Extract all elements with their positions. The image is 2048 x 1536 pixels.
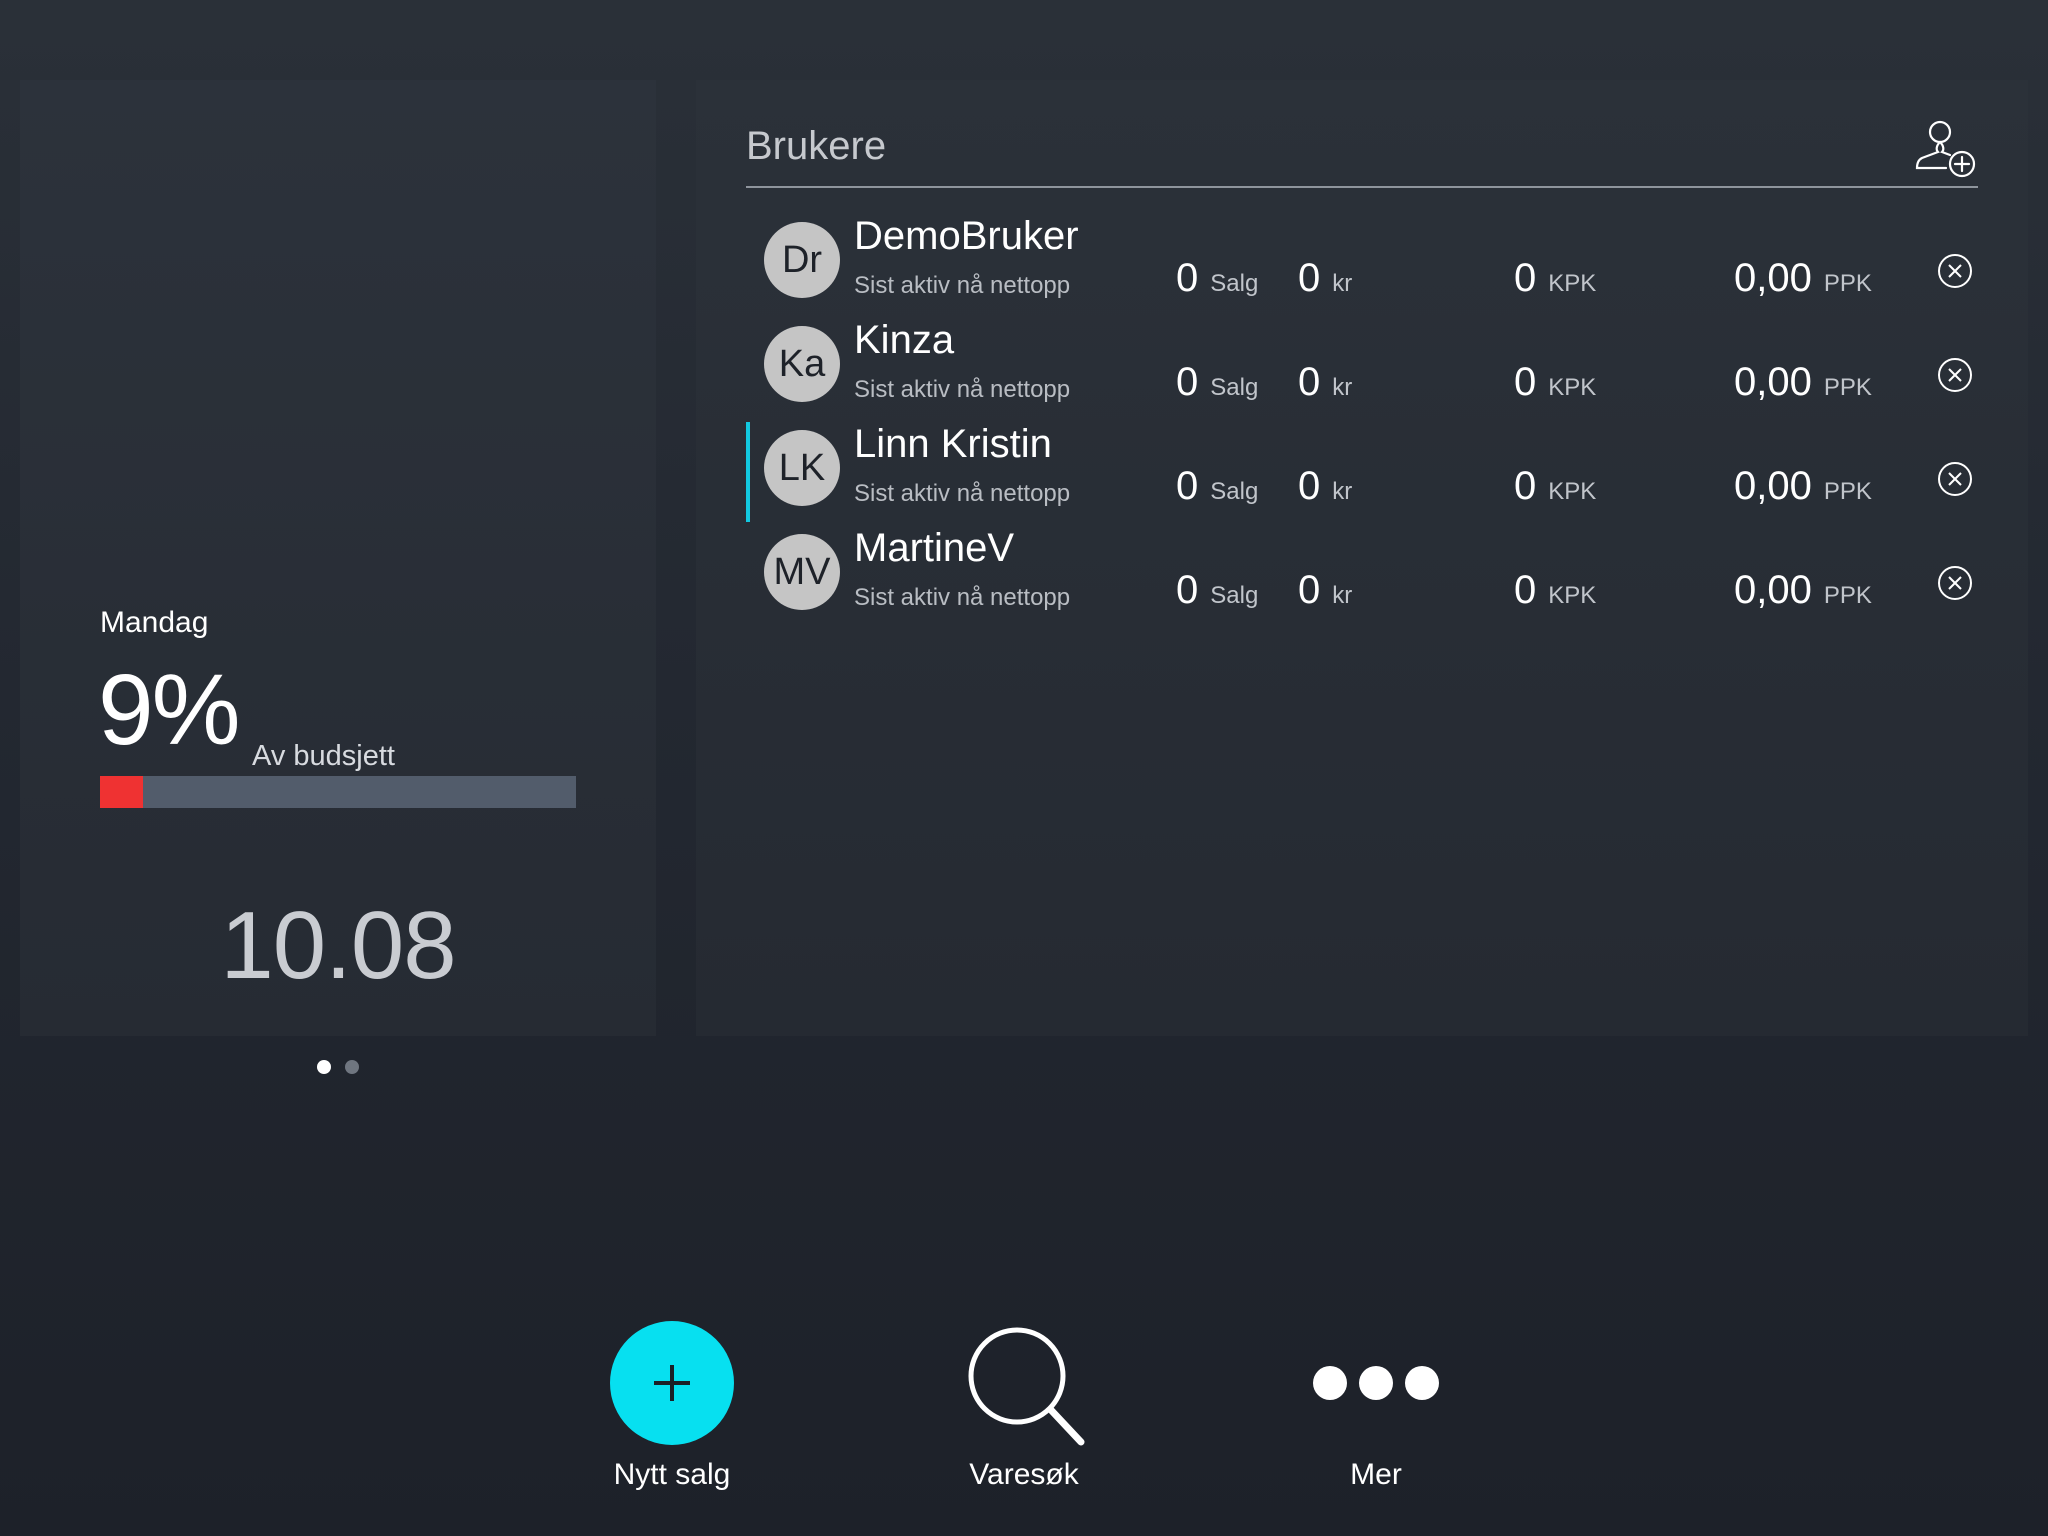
budget-subtitle: Av budsjett [252, 740, 395, 772]
sales-amount: 0 kr [1298, 256, 1353, 300]
user-last-active: Sist aktiv nå nettopp [854, 480, 1071, 507]
sales-count: 0 Salg [1176, 360, 1259, 404]
sales-count: 0 Salg [1176, 256, 1259, 300]
users-header: Brukere [746, 116, 1978, 188]
ppk-value: 0,00 PPK [1734, 360, 1872, 404]
user-list: Dr DemoBruker Sist aktiv nå nettopp 0 Salg 0 k… [746, 212, 1978, 628]
page-dot[interactable] [317, 1060, 331, 1074]
remove-user-button[interactable] [1936, 356, 1974, 394]
remove-user-button[interactable] [1936, 460, 1974, 498]
ppk-value: 0,00 PPK [1734, 256, 1872, 300]
user-last-active: Sist aktiv nå nettopp [854, 272, 1071, 299]
user-row[interactable]: Dr DemoBruker Sist aktiv nå nettopp 0 Salg 0 k… [746, 212, 1978, 316]
search-icon [959, 1318, 1089, 1448]
sales-amount: 0 kr [1298, 464, 1353, 508]
search-label: Varesøk [969, 1458, 1079, 1491]
user-row[interactable]: LK Linn Kristin Sist aktiv nå nettopp 0 Salg… [746, 420, 1978, 524]
add-user-icon [1915, 120, 1976, 178]
close-circle-icon [1938, 254, 1972, 288]
close-circle-icon [1938, 358, 1972, 392]
close-circle-icon [1938, 462, 1972, 496]
sales-count: 0 Salg [1176, 464, 1259, 508]
more-button[interactable]: Mer [1276, 1318, 1476, 1492]
kpk-value: 0 KPK [1514, 256, 1597, 300]
users-panel: Brukere Dr DemoBruker Sist aktiv nå nettop… [696, 80, 2028, 1036]
budget-progress-fill [100, 776, 143, 808]
user-name: Linn Kristin [854, 422, 1052, 466]
ppk-value: 0,00 PPK [1734, 464, 1872, 508]
more-label: Mer [1350, 1458, 1402, 1491]
budget-day-label: Mandag [100, 606, 209, 639]
user-name: MartineV [854, 526, 1015, 570]
add-user-button[interactable] [1914, 116, 1978, 180]
avatar: MV [764, 534, 840, 610]
close-circle-icon [1938, 566, 1972, 600]
budget-percent: 9% [98, 654, 241, 766]
user-name: DemoBruker [854, 214, 1079, 258]
app-screen: Mandag 9% Av budsjett 10.08 Brukere Dr D… [0, 0, 2048, 1536]
user-row[interactable]: MV MartineV Sist aktiv nå nettopp 0 Salg 0 kr 0… [746, 524, 1978, 628]
user-row[interactable]: Ka Kinza Sist aktiv nå nettopp 0 Salg 0 kr 0 KPK… [746, 316, 1978, 420]
kpk-value: 0 KPK [1514, 568, 1597, 612]
sales-amount: 0 kr [1298, 360, 1353, 404]
remove-user-button[interactable] [1936, 564, 1974, 602]
avatar: LK [764, 430, 840, 506]
budget-panel[interactable]: Mandag 9% Av budsjett 10.08 [20, 80, 656, 1074]
avatar: Ka [764, 326, 840, 402]
user-name: Kinza [854, 318, 955, 362]
plus-icon [610, 1321, 734, 1445]
avatar: Dr [764, 222, 840, 298]
kpk-value: 0 KPK [1514, 464, 1597, 508]
user-last-active: Sist aktiv nå nettopp [854, 376, 1071, 403]
product-search-button[interactable]: Varesøk [924, 1318, 1124, 1492]
ppk-value: 0,00 PPK [1734, 568, 1872, 612]
sales-amount: 0 kr [1298, 568, 1353, 612]
kpk-value: 0 KPK [1514, 360, 1597, 404]
more-icon [1311, 1318, 1441, 1448]
page-indicator[interactable] [20, 1060, 656, 1074]
new-sale-label: Nytt salg [613, 1458, 731, 1491]
sales-count: 0 Salg [1176, 568, 1259, 612]
budget-date: 10.08 [220, 892, 456, 999]
new-sale-icon-wrap [607, 1318, 737, 1448]
new-sale-button[interactable]: Nytt salg [572, 1318, 772, 1492]
users-title: Brukere [746, 124, 887, 168]
budget-progress-bar [100, 776, 576, 808]
remove-user-button[interactable] [1936, 252, 1974, 290]
page-dot[interactable] [345, 1060, 359, 1074]
user-last-active: Sist aktiv nå nettopp [854, 584, 1071, 611]
